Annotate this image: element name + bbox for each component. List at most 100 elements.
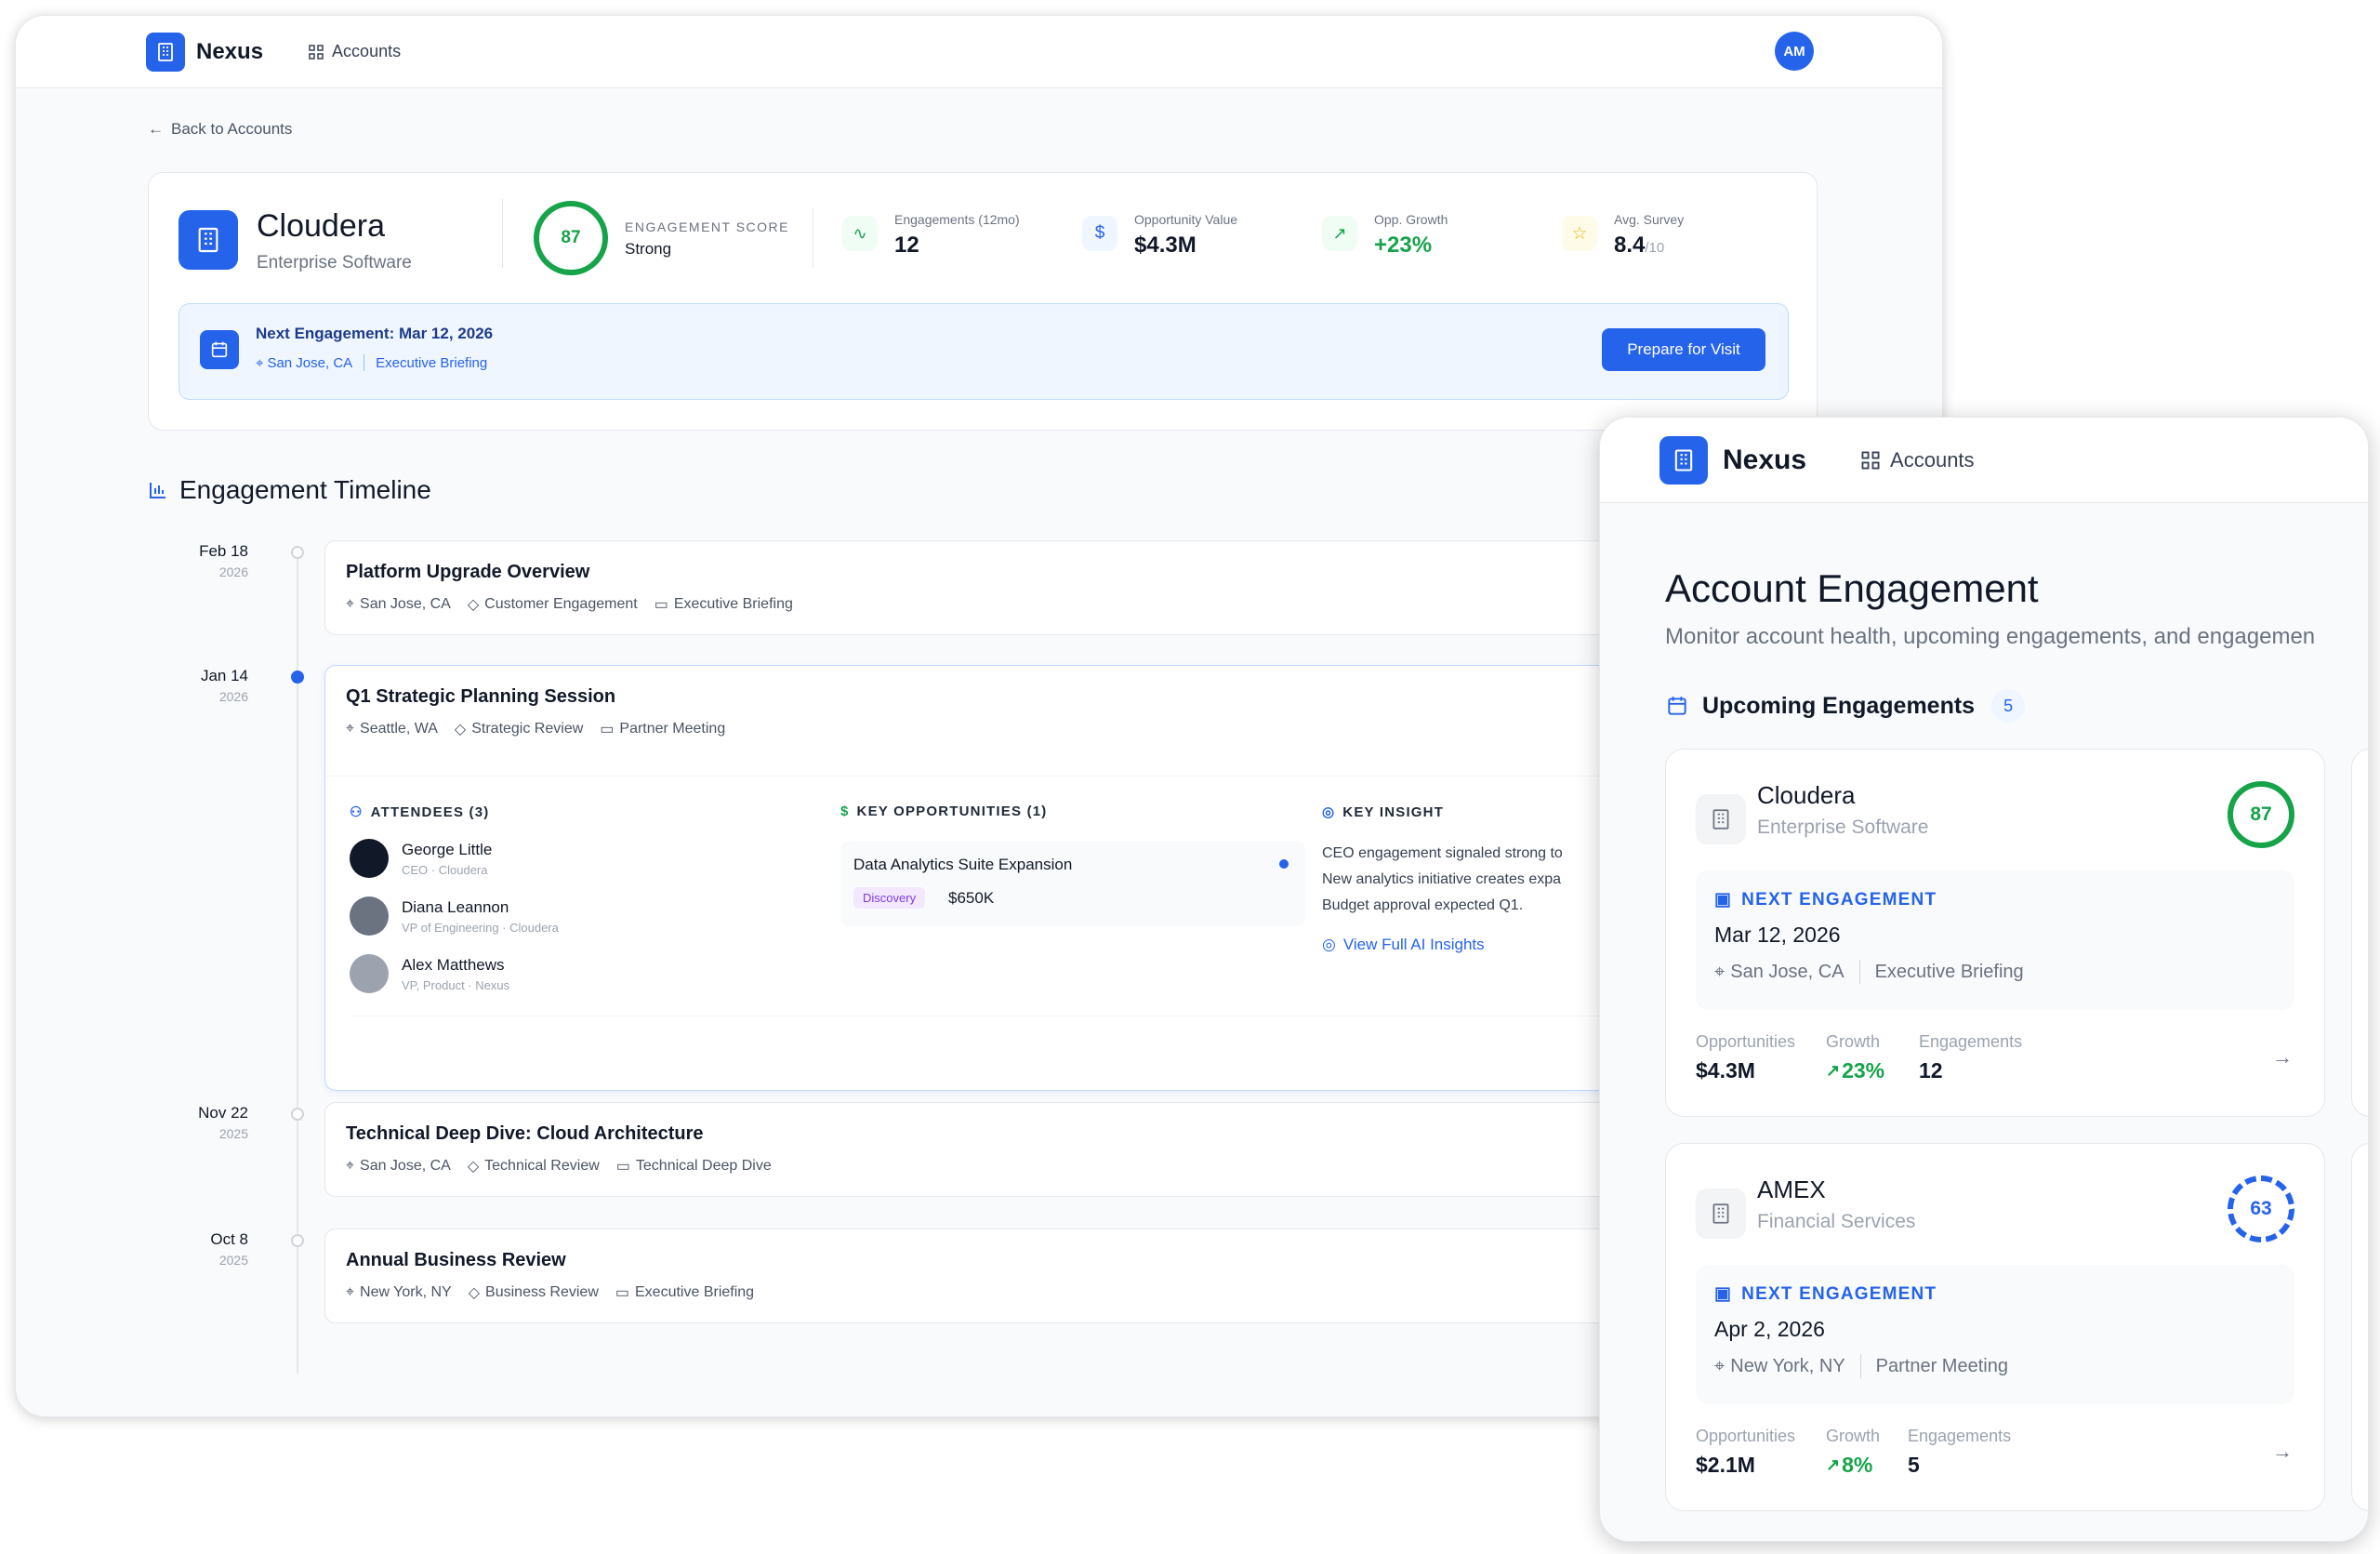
upcoming-count-badge: 5 — [1991, 689, 2026, 723]
metric-value: +23% — [1374, 232, 1433, 258]
calendar-icon — [200, 330, 239, 369]
opportunities-title: KEY OPPORTUNITIES (1) — [856, 804, 1048, 819]
nav-accounts[interactable]: Accounts — [308, 42, 401, 61]
insight-line: CEO engagement signaled strong to — [1322, 845, 1563, 861]
timeline-date: Feb 18 2026 — [146, 542, 248, 579]
calendar-icon: ▭ — [600, 722, 615, 737]
date-label: Jan 14 — [200, 667, 248, 684]
nexus-logo[interactable] — [1659, 435, 1708, 485]
card-industry: Financial Services — [1757, 1211, 1916, 1232]
pin-icon: ⌖ — [1714, 961, 1726, 982]
account-overview-window: Nexus Accounts Account Engagement Monito… — [1599, 417, 2369, 1542]
grid-icon — [1861, 451, 1880, 469]
tag-label: Business Review — [485, 1284, 599, 1300]
next-location: San Jose, CA — [267, 354, 353, 371]
type-label: Executive Briefing — [1874, 961, 2024, 982]
location: ⌖ New York, NY — [346, 1284, 452, 1301]
next-engagement-banner: Next Engagement: Mar 12, 2026 ⌖ San Jose… — [178, 303, 1789, 400]
calendar-icon: ▣ — [1714, 890, 1733, 910]
user-avatar[interactable]: AM — [1775, 32, 1814, 71]
card-account-name: Cloudera — [1757, 781, 1856, 809]
tag: ◇ Customer Engagement — [468, 595, 638, 614]
brand-name[interactable]: Nexus — [1723, 445, 1806, 476]
pin-icon: ⌖ — [256, 354, 264, 371]
divider — [1859, 1354, 1861, 1378]
stat-growth: ↗ 8% — [1826, 1453, 1872, 1478]
tag: ◇ Strategic Review — [455, 720, 583, 738]
attendee-name: George Little — [402, 841, 493, 858]
back-link[interactable]: ← Back to Accounts — [148, 120, 292, 139]
pin-icon: ⌖ — [346, 1284, 355, 1300]
nav-accounts[interactable]: Accounts — [1860, 448, 1975, 472]
prepare-visit-button[interactable]: Prepare for Visit — [1602, 328, 1765, 371]
timeline-dot — [291, 1234, 304, 1247]
next-engagement-meta: ⌖ San Jose, CA Executive Briefing — [256, 354, 487, 371]
card-industry: Enterprise Software — [1757, 817, 1929, 838]
arrow-right-icon[interactable]: → — [2272, 1045, 2293, 1069]
card-peek — [2351, 1143, 2368, 1511]
label-text: NEXT ENGAGEMENT — [1741, 1283, 1937, 1304]
next-engagement-label: ▣ NEXT ENGAGEMENT — [1714, 889, 1937, 910]
nexus-logo[interactable] — [146, 32, 185, 72]
trending-up-icon: ↗ — [1826, 1455, 1841, 1474]
item-title: Annual Business Review — [346, 1250, 566, 1270]
stat-growth: ↗ 23% — [1826, 1058, 1884, 1083]
timeline-title: Engagement Timeline — [179, 475, 431, 504]
tag-icon: ◇ — [468, 1285, 481, 1301]
account-header-card: Cloudera Enterprise Software 87 ENGAGEME… — [148, 172, 1818, 431]
item-title: Technical Deep Dive: Cloud Architecture — [346, 1123, 704, 1144]
back-label: Back to Accounts — [171, 120, 293, 138]
tag-icon: ◇ — [454, 722, 467, 737]
tag: ◇ Technical Review — [468, 1157, 600, 1175]
timeline-date: Jan 14 2026 — [146, 667, 248, 704]
stat-label: Engagements — [1919, 1032, 2023, 1051]
pin-icon: ⌖ — [346, 596, 355, 612]
item-title: Platform Upgrade Overview — [346, 562, 590, 582]
location: ⌖ San Jose, CA — [346, 596, 451, 613]
stat-engagements: 12 — [1919, 1058, 1943, 1082]
trending-up-icon: ↗ — [1322, 216, 1357, 251]
trending-up-icon: ↗ — [1826, 1061, 1841, 1080]
brand-name[interactable]: Nexus — [196, 39, 263, 65]
next-meta: ⌖ New York, NY Partner Meeting — [1714, 1354, 2008, 1378]
arrow-right-icon[interactable]: → — [2272, 1440, 2293, 1464]
location-label: San Jose, CA — [1730, 961, 1844, 982]
brain-icon: ◎ — [1322, 936, 1336, 953]
year-label: 2025 — [218, 1253, 248, 1268]
view-insights-link[interactable]: ◎ View Full AI Insights — [1322, 936, 1485, 954]
item-meta: ⌖ San Jose, CA ◇ Customer Engagement ▭ Exec… — [346, 595, 793, 614]
next-date: Apr 2, 2026 — [1714, 1317, 1825, 1341]
timeline-date: Oct 8 2025 — [146, 1230, 248, 1268]
timeline-dot — [291, 1108, 304, 1121]
tag-label: Strategic Review — [471, 721, 584, 737]
tag-label: Customer Engagement — [484, 596, 638, 612]
page-title: Account Engagement — [1665, 566, 2039, 610]
calendar-icon: ▭ — [615, 1159, 630, 1175]
type-label: Executive Briefing — [673, 596, 793, 612]
date-label: Nov 22 — [198, 1104, 248, 1122]
activity-icon: ∿ — [842, 216, 878, 251]
timeline-dot-active — [291, 671, 304, 684]
insight-line: Budget approval expected Q1. — [1322, 897, 1524, 913]
date-label: Oct 8 — [210, 1230, 248, 1248]
users-icon: ⚇ — [350, 804, 364, 820]
year-label: 2026 — [218, 564, 248, 579]
engagement-card-cloudera[interactable]: Cloudera Enterprise Software 87 ▣ NEXT EN… — [1665, 749, 2325, 1117]
calendar-icon: ▭ — [615, 1285, 629, 1301]
metric-label: Opportunity Value — [1134, 212, 1238, 227]
engagement-card-amex[interactable]: AMEX Financial Services 63 ▣ NEXT ENGAGEM… — [1665, 1143, 2325, 1511]
top-nav: Nexus Accounts AM — [16, 16, 1942, 88]
opportunity-name: Data Analytics Suite Expansion — [853, 856, 1073, 873]
score-status: Strong — [625, 240, 672, 258]
type: ▭ Executive Briefing — [615, 1283, 754, 1302]
divider — [1858, 960, 1860, 984]
next-engagement-label: ▣ NEXT ENGAGEMENT — [1714, 1283, 1937, 1305]
item-meta: ⌖ San Jose, CA ◇ Technical Review ▭ Technic… — [346, 1157, 772, 1175]
account-name: Cloudera — [257, 208, 385, 244]
timeline-dot — [291, 546, 304, 559]
type: ▭ Partner Meeting — [600, 720, 725, 738]
type-label: Executive Briefing — [635, 1284, 755, 1300]
brain-icon: ◎ — [1322, 804, 1336, 820]
attendee-role: VP of Engineering · Cloudera — [402, 921, 559, 935]
opportunity-card[interactable]: Data Analytics Suite Expansion Discovery… — [840, 841, 1305, 926]
